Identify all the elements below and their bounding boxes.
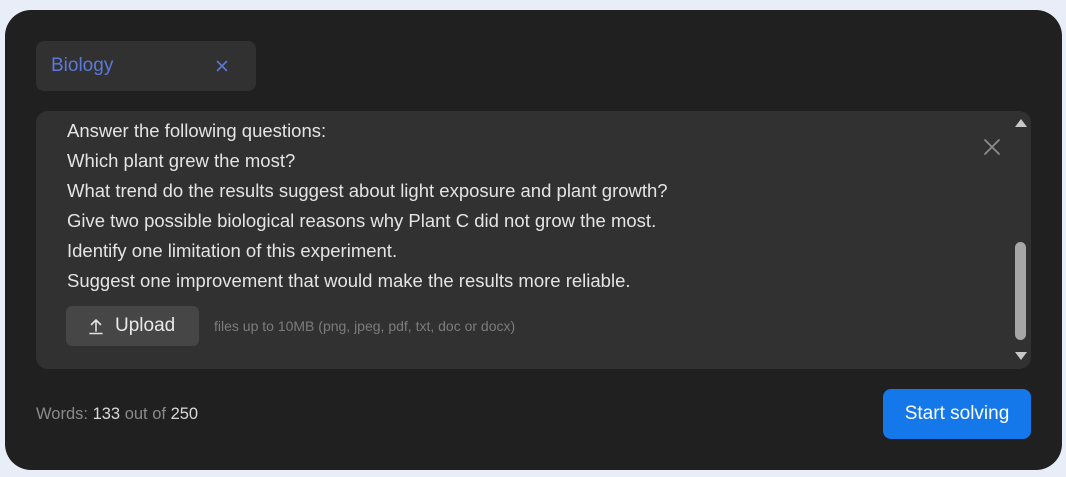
question-line: Suggest one improvement that would make … — [67, 270, 631, 291]
upload-label: Upload — [115, 315, 176, 336]
upload-button[interactable]: Upload — [66, 306, 199, 346]
word-count-separator: out of — [124, 405, 166, 423]
close-icon[interactable] — [212, 56, 232, 76]
upload-hint: files up to 10MB (png, jpeg, pdf, txt, d… — [214, 318, 516, 334]
start-solving-button[interactable]: Start solving — [883, 389, 1031, 439]
upload-icon — [89, 319, 103, 335]
question-textarea[interactable]: Answer the following questions: Which pl… — [36, 111, 1031, 369]
word-count-value: 133 — [92, 405, 121, 423]
scroll-up-arrow-icon[interactable] — [1014, 118, 1028, 128]
clear-text-icon[interactable] — [981, 136, 1003, 158]
word-count-prefix: Words: — [36, 405, 88, 423]
question-line: Identify one limitation of this experime… — [67, 240, 398, 261]
question-line: Answer the following questions: — [67, 120, 327, 141]
question-line: Which plant grew the most? — [67, 150, 296, 171]
scrollbar-thumb[interactable] — [1015, 242, 1026, 340]
word-count: Words: 133 out of 250 — [36, 405, 198, 424]
subject-tag: Biology — [36, 41, 256, 91]
solver-panel: Biology Answer the following questions: … — [5, 10, 1062, 470]
question-text: Answer the following questions: Which pl… — [67, 116, 967, 296]
scroll-down-arrow-icon[interactable] — [1014, 351, 1028, 361]
subject-label: Biology — [51, 55, 114, 76]
word-count-limit: 250 — [170, 405, 199, 423]
question-line: What trend do the results suggest about … — [67, 180, 668, 201]
question-line: Give two possible biological reasons why… — [67, 210, 657, 231]
